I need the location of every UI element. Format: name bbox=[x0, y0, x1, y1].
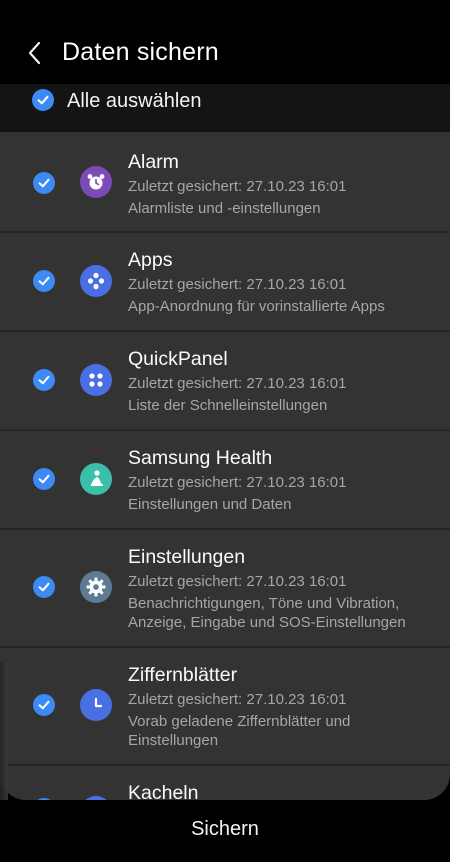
checkmark-icon bbox=[38, 700, 50, 710]
item-name: Einstellungen bbox=[128, 546, 246, 568]
page-title: Daten sichern bbox=[62, 38, 219, 66]
item-name: Samsung Health bbox=[128, 447, 273, 469]
list-item-ziffernblaetter[interactable]: Ziffernblätter Zuletzt gesichert: 27.10.… bbox=[0, 646, 450, 764]
divider bbox=[0, 528, 450, 530]
select-all-row[interactable]: Alle auswählen bbox=[0, 84, 450, 132]
item-last-backup: Zuletzt gesichert: 27.10.23 16:01 bbox=[128, 276, 347, 293]
divider bbox=[0, 764, 450, 766]
edge-panel-handle[interactable] bbox=[0, 662, 8, 808]
alarm-clock-icon bbox=[80, 166, 112, 198]
save-button[interactable]: Sichern bbox=[175, 818, 275, 846]
backup-items-list[interactable]: Alarm Zuletzt gesichert: 27.10.23 16:01 … bbox=[0, 132, 450, 800]
divider bbox=[0, 330, 450, 332]
item-description: Alarmliste und -einstellungen bbox=[128, 200, 321, 217]
item-name: Ziffernblätter bbox=[128, 664, 238, 686]
item-name: Kacheln bbox=[128, 782, 199, 800]
item-description: Einstellungen und Daten bbox=[128, 496, 292, 513]
item-name: Alarm bbox=[128, 151, 179, 173]
list-item-quickpanel[interactable]: QuickPanel Zuletzt gesichert: 27.10.23 1… bbox=[0, 330, 450, 429]
item-name: Apps bbox=[128, 249, 173, 271]
checkmark-icon bbox=[38, 474, 50, 484]
item-last-backup: Zuletzt gesichert: 27.10.23 16:01 bbox=[128, 178, 347, 195]
gear-icon bbox=[80, 571, 112, 603]
item-checkbox[interactable] bbox=[33, 172, 55, 194]
back-button[interactable] bbox=[18, 36, 52, 70]
item-name: QuickPanel bbox=[128, 348, 228, 370]
quickpanel-icon bbox=[80, 364, 112, 396]
item-description: App-Anordnung für vorinstallierte Apps bbox=[128, 298, 385, 315]
list-item-samsung-health[interactable]: Samsung Health Zuletzt gesichert: 27.10.… bbox=[0, 429, 450, 528]
item-checkbox[interactable] bbox=[33, 468, 55, 490]
list-item-kacheln[interactable]: Kacheln bbox=[0, 764, 450, 800]
item-checkbox[interactable] bbox=[33, 576, 55, 598]
checkmark-icon bbox=[38, 178, 50, 188]
list-item-apps[interactable]: Apps Zuletzt gesichert: 27.10.23 16:01 A… bbox=[0, 231, 450, 330]
item-checkbox[interactable] bbox=[33, 694, 55, 716]
divider bbox=[0, 429, 450, 431]
item-description: Liste der Schnelleinstellungen bbox=[128, 397, 328, 414]
item-last-backup: Zuletzt gesichert: 27.10.23 16:01 bbox=[128, 573, 347, 590]
checkmark-icon bbox=[37, 95, 49, 105]
apps-icon bbox=[80, 265, 112, 297]
divider bbox=[0, 231, 450, 233]
list-item-einstellungen[interactable]: Einstellungen Zuletzt gesichert: 27.10.2… bbox=[0, 528, 450, 646]
chevron-left-icon bbox=[28, 41, 41, 65]
samsung-health-icon bbox=[80, 463, 112, 495]
app-header: Daten sichern bbox=[0, 0, 450, 84]
select-all-checkbox[interactable] bbox=[32, 89, 54, 111]
item-description: Vorab geladene Ziffernblätter und bbox=[128, 713, 351, 730]
bottom-action-bar: Sichern bbox=[0, 800, 450, 862]
watch-face-icon bbox=[80, 689, 112, 721]
select-all-label: Alle auswählen bbox=[67, 90, 202, 112]
checkmark-icon bbox=[38, 582, 50, 592]
item-description: Benachrichtigungen, Töne und Vibration, bbox=[128, 595, 400, 612]
item-last-backup: Zuletzt gesichert: 27.10.23 16:01 bbox=[128, 691, 347, 708]
item-checkbox[interactable] bbox=[33, 369, 55, 391]
item-last-backup: Zuletzt gesichert: 27.10.23 16:01 bbox=[128, 375, 347, 392]
divider bbox=[0, 646, 450, 648]
item-description-line2: Anzeige, Eingabe und SOS-Einstellungen bbox=[128, 614, 406, 631]
item-last-backup: Zuletzt gesichert: 27.10.23 16:01 bbox=[128, 474, 347, 491]
checkmark-icon bbox=[38, 375, 50, 385]
item-checkbox[interactable] bbox=[33, 270, 55, 292]
item-description-line2: Einstellungen bbox=[128, 732, 219, 749]
list-item-alarm[interactable]: Alarm Zuletzt gesichert: 27.10.23 16:01 … bbox=[0, 132, 450, 231]
checkmark-icon bbox=[38, 276, 50, 286]
